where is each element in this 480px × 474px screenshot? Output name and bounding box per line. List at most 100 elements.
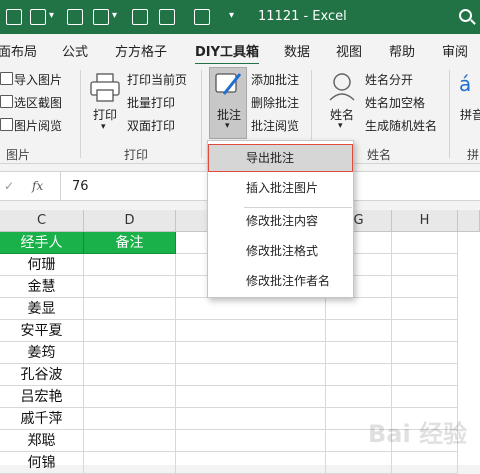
empty-cell[interactable] — [392, 320, 458, 342]
tab-help[interactable]: 帮助 — [389, 41, 415, 60]
empty-cell[interactable] — [326, 364, 392, 386]
table-row-handler-cell[interactable]: 郑聪 — [0, 430, 84, 452]
name-add-space-button[interactable]: 姓名加空格 — [365, 94, 425, 111]
column-header-h[interactable]: H — [392, 210, 458, 232]
empty-cell[interactable] — [84, 430, 176, 452]
import-image-button[interactable]: 导入图片 — [14, 71, 62, 88]
empty-cell[interactable] — [176, 452, 326, 474]
table-icon[interactable] — [93, 9, 109, 25]
empty-cell[interactable] — [392, 342, 458, 364]
menu-item-insert-comment-image[interactable]: 插入批注图片 — [208, 174, 353, 202]
delete-comment-button[interactable]: 删除批注 — [251, 94, 299, 111]
empty-cell[interactable] — [84, 320, 176, 342]
table-row-handler-cell[interactable]: 孔谷波 — [0, 364, 84, 386]
dropdown-arrow-icon[interactable]: ▾ — [49, 10, 54, 21]
empty-cell[interactable] — [326, 386, 392, 408]
duplex-print-button[interactable]: 双面打印 — [127, 117, 175, 134]
import-image-icon — [0, 72, 13, 85]
empty-cell[interactable] — [84, 364, 176, 386]
empty-cell[interactable] — [392, 254, 458, 276]
empty-cell[interactable] — [392, 232, 458, 254]
table-row-handler-cell[interactable]: 姜筠 — [0, 342, 84, 364]
window-title: 11121 - Excel — [258, 9, 347, 24]
column-header-i[interactable] — [458, 210, 480, 232]
column-header-c[interactable]: C — [0, 210, 84, 232]
empty-cell[interactable] — [176, 364, 326, 386]
empty-cell[interactable] — [176, 342, 326, 364]
ribbon-tabs: 面布局 公式 方方格子 DIY工具箱 数据 视图 帮助 审阅 — [0, 34, 480, 66]
comment-dropdown-icon[interactable]: ▾ — [225, 121, 230, 131]
group-divider — [201, 70, 202, 158]
empty-cell[interactable] — [84, 298, 176, 320]
customize-toolbar-icon[interactable]: ▾ — [229, 10, 234, 21]
save-icon[interactable] — [6, 9, 22, 25]
random-name-button[interactable]: 生成随机姓名 — [365, 117, 437, 134]
camera-icon[interactable] — [67, 9, 83, 25]
view-comment-button[interactable]: 批注阅览 — [251, 117, 299, 134]
pinyin-button[interactable]: 拼音 — [460, 106, 480, 123]
empty-cell[interactable] — [84, 342, 176, 364]
menu-item-edit-comment-format[interactable]: 修改批注格式 — [208, 237, 353, 265]
table-row-handler-cell[interactable]: 何珊 — [0, 254, 84, 276]
tab-page-layout[interactable]: 面布局 — [0, 41, 37, 60]
table-row-handler-cell[interactable]: 姜显 — [0, 298, 84, 320]
tab-review[interactable]: 审阅 — [442, 41, 468, 60]
column-header-d[interactable]: D — [84, 210, 176, 232]
area-screenshot-button[interactable]: 选区截图 — [14, 94, 62, 111]
menu-item-edit-comment-author[interactable]: 修改批注作者名 — [208, 267, 353, 295]
dropdown-arrow-icon[interactable]: ▾ — [112, 10, 117, 21]
empty-cell[interactable] — [84, 276, 176, 298]
group-label-pinyin: 拼 — [467, 148, 480, 162]
tab-formulas[interactable]: 公式 — [62, 41, 88, 60]
empty-cell[interactable] — [326, 320, 392, 342]
empty-cell[interactable] — [84, 408, 176, 430]
table-row-handler-cell[interactable]: 吕宏艳 — [0, 386, 84, 408]
empty-cell[interactable] — [176, 320, 326, 342]
add-comment-button[interactable]: 添加批注 — [251, 71, 299, 88]
empty-cell[interactable] — [176, 408, 326, 430]
split-name-button[interactable]: 姓名分开 — [365, 71, 413, 88]
print-dropdown-icon[interactable]: ▾ — [101, 122, 106, 132]
person-icon — [329, 73, 355, 101]
comment-dropdown-menu: 导出批注 插入批注图片 修改批注内容 修改批注格式 修改批注作者名 — [207, 140, 354, 298]
tab-view[interactable]: 视图 — [336, 41, 362, 60]
tab-diy-toolbox[interactable]: DIY工具箱 — [195, 41, 260, 66]
table-row-handler-cell[interactable]: 何锦 — [0, 452, 84, 474]
menu-item-export-comments[interactable]: 导出批注 — [208, 144, 353, 172]
empty-cell[interactable] — [84, 386, 176, 408]
table-row-handler-cell[interactable]: 安平夏 — [0, 320, 84, 342]
tab-fangfang[interactable]: 方方格子 — [115, 41, 167, 60]
empty-cell[interactable] — [326, 298, 392, 320]
empty-cell[interactable] — [392, 276, 458, 298]
empty-cell[interactable] — [392, 452, 458, 474]
search-icon[interactable] — [459, 9, 472, 22]
header-cell-handler[interactable]: 经手人 — [0, 232, 84, 254]
header-cell-remarks[interactable]: 备注 — [84, 232, 176, 254]
table-row-handler-cell[interactable]: 戚千萍 — [0, 408, 84, 430]
empty-cell[interactable] — [176, 430, 326, 452]
empty-cell[interactable] — [176, 298, 326, 320]
empty-cell[interactable] — [326, 342, 392, 364]
edit-icon[interactable] — [159, 9, 175, 25]
image-view-button[interactable]: 图片阅览 — [14, 117, 62, 134]
fx-icon[interactable]: fx — [32, 179, 43, 193]
group-label-name: 姓名 — [367, 148, 392, 162]
empty-cell[interactable] — [84, 452, 176, 474]
grid-icon[interactable] — [30, 9, 46, 25]
image-icon[interactable] — [132, 9, 148, 25]
name-dropdown-icon[interactable]: ▾ — [338, 121, 343, 131]
print-current-page-button[interactable]: 打印当前页 — [127, 71, 187, 88]
clipboard-icon[interactable] — [194, 9, 210, 25]
empty-cell[interactable] — [392, 298, 458, 320]
table-row-handler-cell[interactable]: 金慧 — [0, 276, 84, 298]
empty-cell[interactable] — [326, 452, 392, 474]
empty-cell[interactable] — [392, 364, 458, 386]
empty-cell[interactable] — [176, 386, 326, 408]
menu-item-edit-comment-content[interactable]: 修改批注内容 — [208, 207, 353, 235]
print-button[interactable]: 打印 — [93, 106, 117, 123]
empty-cell[interactable] — [84, 254, 176, 276]
cancel-icon[interactable]: ✓ — [4, 179, 14, 193]
empty-cell[interactable] — [392, 386, 458, 408]
batch-print-button[interactable]: 批量打印 — [127, 94, 175, 111]
tab-data[interactable]: 数据 — [284, 41, 310, 60]
